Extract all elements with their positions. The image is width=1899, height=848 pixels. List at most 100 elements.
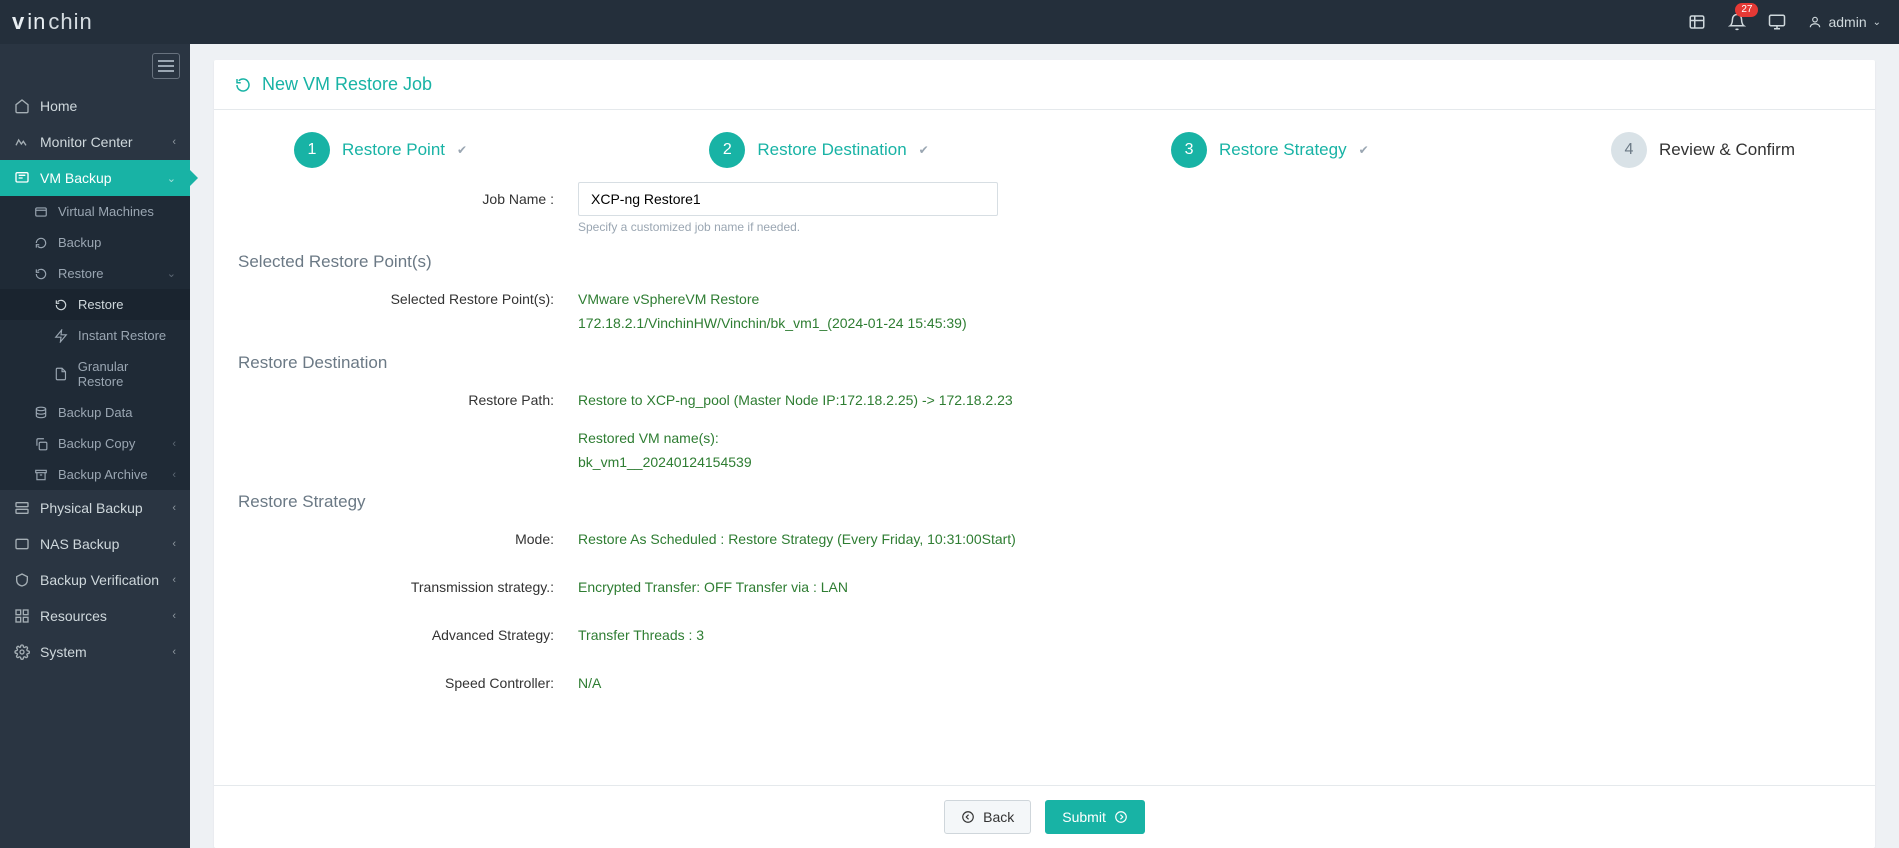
sidebar-item-restore-sub[interactable]: Restore [0,289,190,320]
step-number: 3 [1171,132,1207,168]
sidebar-item-resources[interactable]: Resources ‹ [0,598,190,634]
sidebar-toggle[interactable] [152,53,180,79]
sidebar-item-physical-backup[interactable]: Physical Backup ‹ [0,490,190,526]
job-name-hint: Specify a customized job name if needed. [578,220,1851,234]
chevron-left-icon: ‹ [172,136,176,148]
restore-icon [34,267,48,281]
sidebar-item-label: Restore [58,266,104,281]
sidebar-item-backup[interactable]: Backup [0,227,190,258]
restore-path-value: Restore to XCP-ng_pool (Master Node IP:1… [578,383,1851,474]
shield-icon [14,572,30,588]
button-label: Submit [1062,809,1106,825]
sidebar-item-label: Monitor Center [40,134,133,150]
selected-points-label: Selected Restore Point(s): [238,282,578,316]
sidebar-item-label: VM Backup [40,170,112,186]
sidebar-item-home[interactable]: Home [0,88,190,124]
monitor-icon[interactable] [1768,13,1786,31]
home-icon [14,98,30,114]
job-name-input[interactable] [578,182,998,216]
review-content: Job Name : Specify a customized job name… [214,174,1875,785]
sidebar-item-system[interactable]: System ‹ [0,634,190,670]
panel-footer: Back Submit [214,785,1875,848]
sidebar-item-label: Virtual Machines [58,204,154,219]
sidebar-item-backup-copy[interactable]: Backup Copy ‹ [0,428,190,459]
sidebar-item-label: Physical Backup [40,500,143,516]
copy-icon [34,437,48,451]
list-icon [34,205,48,219]
chevron-left-icon: ‹ [172,538,176,550]
chevron-down-icon: ⌄ [167,267,176,280]
step-label: Review & Confirm [1659,140,1795,160]
notification-badge: 27 [1735,3,1758,17]
page-title: New VM Restore Job [262,74,432,95]
sidebar-item-granular-restore[interactable]: Granular Restore [0,351,190,397]
top-bar: vvininchin 27 admin ⌄ [0,0,1899,44]
wizard-step-1[interactable]: 1 Restore Point ✔ [294,132,467,168]
sheet-icon[interactable] [1688,13,1706,31]
wizard-steps: 1 Restore Point ✔ 2 Restore Destination … [214,110,1875,174]
mode-label: Mode: [238,522,578,556]
monitor-center-icon [14,134,30,150]
sidebar-item-label: Granular Restore [78,359,176,389]
chevron-left-icon: ‹ [172,574,176,586]
sidebar-item-virtual-machines[interactable]: Virtual Machines [0,196,190,227]
speed-label: Speed Controller: [238,666,578,700]
chevron-left-icon: ‹ [172,438,176,450]
sidebar-item-monitor[interactable]: Monitor Center ‹ [0,124,190,160]
restore-icon [54,298,68,312]
sidebar-item-restore[interactable]: Restore ⌄ [0,258,190,289]
sidebar-item-label: Home [40,98,77,114]
sidebar-item-label: NAS Backup [40,536,119,552]
sidebar-item-nas-backup[interactable]: NAS Backup ‹ [0,526,190,562]
chevron-down-icon: ⌄ [1873,17,1881,28]
arrow-left-icon [961,810,975,824]
check-icon: ✔ [457,143,467,157]
transmission-label: Transmission strategy.: [238,570,578,604]
database-icon [34,406,48,420]
submit-button[interactable]: Submit [1045,800,1145,834]
chevron-left-icon: ‹ [172,610,176,622]
step-label: Restore Destination [757,140,906,160]
sidebar-item-label: Backup [58,235,101,250]
sidebar-item-label: Backup Archive [58,467,148,482]
step-number: 1 [294,132,330,168]
chevron-left-icon: ‹ [172,502,176,514]
sidebar-item-vm-backup[interactable]: VM Backup ⌄ [0,160,190,196]
step-number: 4 [1611,132,1647,168]
check-icon: ✔ [919,143,929,157]
wizard-step-4[interactable]: 4 Review & Confirm [1611,132,1795,168]
button-label: Back [983,809,1014,825]
chevron-left-icon: ‹ [172,469,176,481]
restore-icon [234,76,252,94]
transmission-value: Encrypted Transfer: OFF Transfer via : L… [578,570,1851,599]
sidebar-item-label: Backup Copy [58,436,135,451]
sidebar-item-backup-data[interactable]: Backup Data [0,397,190,428]
chevron-down-icon: ⌄ [167,172,176,185]
server-icon [14,500,30,516]
user-menu[interactable]: admin ⌄ [1808,14,1881,30]
sidebar-item-backup-verification[interactable]: Backup Verification ‹ [0,562,190,598]
step-number: 2 [709,132,745,168]
sidebar: Home Monitor Center ‹ VM Backup ⌄ Virtua… [0,44,190,848]
sidebar-item-label: System [40,644,87,660]
sidebar-item-label: Backup Verification [40,572,159,588]
arrow-right-icon [1114,810,1128,824]
nas-icon [14,536,30,552]
back-button[interactable]: Back [944,800,1031,834]
sidebar-item-instant-restore[interactable]: Instant Restore [0,320,190,351]
section-selected-points: Selected Restore Point(s) [238,252,1851,272]
advanced-value: Transfer Threads : 3 [578,618,1851,647]
user-icon [1808,15,1822,29]
sidebar-item-label: Resources [40,608,107,624]
wizard-step-3[interactable]: 3 Restore Strategy ✔ [1171,132,1369,168]
bell-icon[interactable]: 27 [1728,13,1746,31]
chevron-left-icon: ‹ [172,646,176,658]
section-restore-destination: Restore Destination [238,353,1851,373]
selected-points-value: VMware vSphereVM Restore 172.18.2.1/Vinc… [578,282,1851,335]
sidebar-item-backup-archive[interactable]: Backup Archive ‹ [0,459,190,490]
panel-title: New VM Restore Job [214,60,1875,110]
file-icon [54,367,68,381]
archive-icon [34,468,48,482]
wizard-step-2[interactable]: 2 Restore Destination ✔ [709,132,928,168]
sidebar-item-label: Instant Restore [78,328,166,343]
